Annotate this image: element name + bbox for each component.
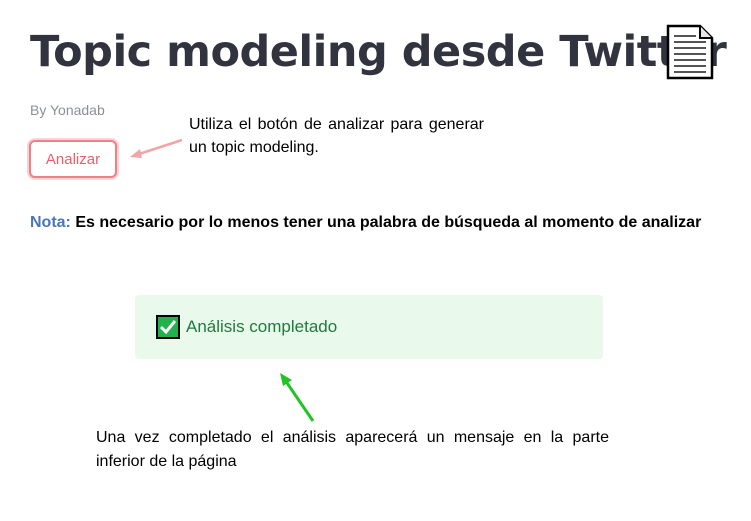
green-arrow-icon xyxy=(280,373,315,422)
check-icon xyxy=(156,315,180,339)
analyze-hint: Utiliza el botón de analizar para genera… xyxy=(189,116,484,156)
success-alert: Análisis completado xyxy=(135,295,603,359)
note-label: Nota: xyxy=(30,214,71,231)
document-icon xyxy=(666,24,714,80)
red-arrow-icon xyxy=(130,138,183,158)
note-text: Es necesario por lo menos tener una pala… xyxy=(75,214,702,231)
analyze-button-label: Analizar xyxy=(45,150,101,168)
analyze-button[interactable]: Analizar xyxy=(29,140,117,178)
page-title: Topic modeling desde Twitter xyxy=(30,27,727,77)
note-paragraph: Nota: Es necesario por lo menos tener un… xyxy=(30,211,720,235)
byline: By Yonadab xyxy=(30,102,105,118)
success-message: Análisis completado xyxy=(186,317,338,336)
completion-hint: Una vez completado el análisis aparecerá… xyxy=(96,429,609,470)
